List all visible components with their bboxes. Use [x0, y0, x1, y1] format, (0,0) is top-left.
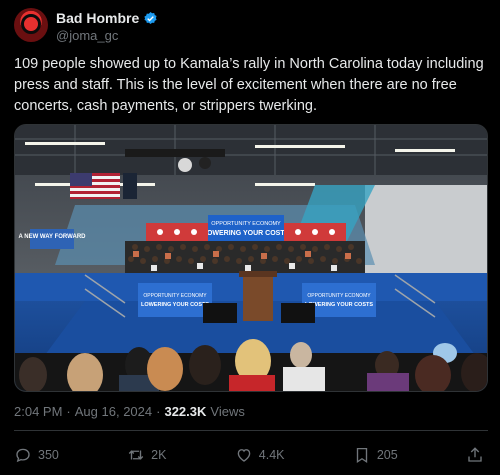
author-name[interactable]: Bad Hombre [56, 10, 139, 26]
like-count: 4.4K [258, 448, 285, 462]
tweet-date[interactable]: Aug 16, 2024 [75, 404, 152, 419]
avatar[interactable] [14, 8, 48, 42]
divider [14, 430, 488, 431]
heart-icon [237, 449, 251, 462]
podium-banner-left-line1: OPPORTUNITY ECONOMY [143, 293, 207, 299]
author-handle[interactable]: @joma_gc [56, 28, 118, 43]
reply-icon [16, 448, 30, 463]
tweet-header: Bad Hombre @joma_gc [14, 8, 486, 48]
share-icon [468, 447, 482, 462]
tweet-meta: 2:04 PM · Aug 16, 2024 · 322.3K Views [14, 404, 245, 419]
podium-banner-right-line1: OPPORTUNITY ECONOMY [307, 293, 371, 299]
top-banner [208, 215, 284, 241]
meta-separator: · [66, 404, 71, 419]
podium-banner-left-line2: LOWERING YOUR COSTS [141, 302, 209, 308]
bookmark-button[interactable]: 205 [353, 446, 398, 464]
reply-count: 350 [38, 448, 59, 462]
views-count: 322.3K [164, 404, 207, 419]
repost-button[interactable]: 2K [127, 446, 166, 464]
verified-badge-icon [144, 11, 157, 24]
repost-icon [128, 450, 144, 460]
repost-count: 2K [151, 448, 167, 462]
bookmark-icon [356, 447, 367, 464]
bookmark-count: 205 [376, 448, 398, 462]
meta-separator-2: · [156, 404, 161, 419]
left-banner: A NEW WAY FORWARD [18, 234, 86, 240]
reply-button[interactable]: 350 [14, 446, 59, 464]
views-label: Views [210, 404, 245, 419]
top-banner-line1: OPPORTUNITY ECONOMY [211, 221, 281, 227]
tweet-text: 109 people showed up to Kamala’s rally i… [14, 56, 484, 114]
tweet-photo[interactable]: OPPORTUNITY ECONOMY LOWERING YOUR COSTS … [14, 124, 488, 392]
action-bar: 350 2K 4.4K 205 [14, 443, 488, 467]
podium-banner-right-line2: LOWERING YOUR COSTS [305, 302, 373, 308]
like-button[interactable]: 4.4K [235, 446, 285, 464]
author-name-row[interactable]: Bad Hombre [56, 10, 158, 26]
share-button[interactable] [466, 446, 484, 464]
top-banner-line2: LOWERING YOUR COSTS [203, 230, 290, 237]
tweet-time[interactable]: 2:04 PM [14, 404, 62, 419]
